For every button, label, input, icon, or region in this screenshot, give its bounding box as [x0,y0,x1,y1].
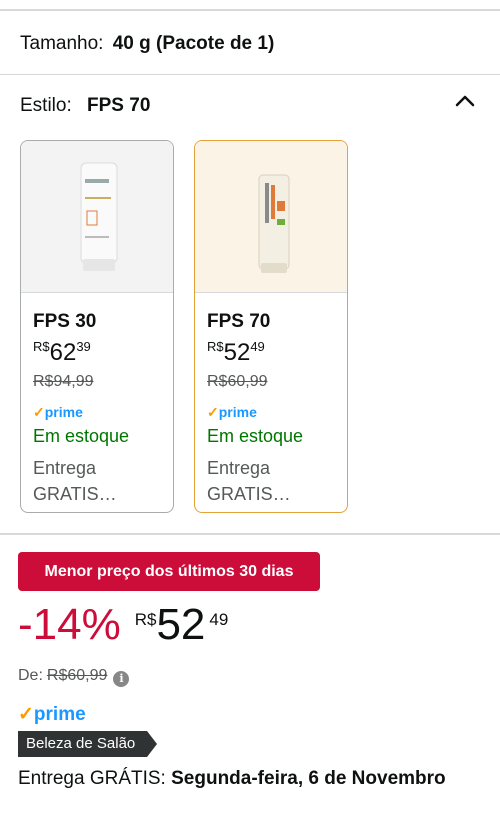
price-currency: R$ [134,610,157,629]
divider [0,74,500,75]
style-label: Estilo: [20,95,72,116]
salon-badge: Beleza de Salão [18,731,158,757]
check-icon: ✓ [18,704,34,725]
check-icon: ✓ [33,404,45,420]
style-option-fps70[interactable]: FPS 70 R$5249 R$60,99 ✓prime Em estoque … [194,140,348,513]
style-option-fps30[interactable]: FPS 30 R$6239 R$94,99 ✓prime Em estoque … [20,140,174,513]
option-was-price: R$94,99 [33,373,94,390]
stock-status: Em estoque [33,426,130,446]
option-delivery: Entrega GRATIS… [207,458,291,504]
size-selector[interactable]: Tamanho: 40 g (Pacote de 1) [20,33,274,55]
discount-percent: -14% [18,600,121,649]
option-price: R$6239 [33,339,91,366]
price-whole: 52 [156,600,206,649]
info-icon[interactable]: i [113,671,130,687]
option-name: FPS 70 [207,311,271,332]
size-label: Tamanho: [20,33,104,54]
list-price: De: R$60,99 i [18,667,130,687]
product-image [195,141,347,293]
size-value: 40 g (Pacote de 1) [112,33,275,54]
prime-logo: ✓prime [207,404,257,420]
top-divider [0,9,500,11]
price-cents: 49 [209,610,229,629]
prime-logo: ✓prime [18,704,86,725]
divider [0,533,500,535]
option-was-price: R$60,99 [207,373,268,390]
style-value: FPS 70 [87,95,151,116]
check-icon: ✓ [207,404,219,420]
prime-logo: ✓prime [33,404,83,420]
option-delivery: Entrega GRATIS… [33,458,117,504]
main-price: -14% R$52 49 [18,600,228,650]
option-price: R$5249 [207,339,265,366]
style-selector: Estilo: FPS 70 [20,95,150,117]
chevron-up-icon[interactable] [454,90,476,112]
product-image [21,141,173,293]
deal-badge: Menor preço dos últimos 30 dias [18,552,320,591]
stock-status: Em estoque [207,426,304,446]
delivery-info: Entrega GRÁTIS: Segunda-feira, 6 de Nove… [18,768,446,789]
option-name: FPS 30 [33,311,97,332]
